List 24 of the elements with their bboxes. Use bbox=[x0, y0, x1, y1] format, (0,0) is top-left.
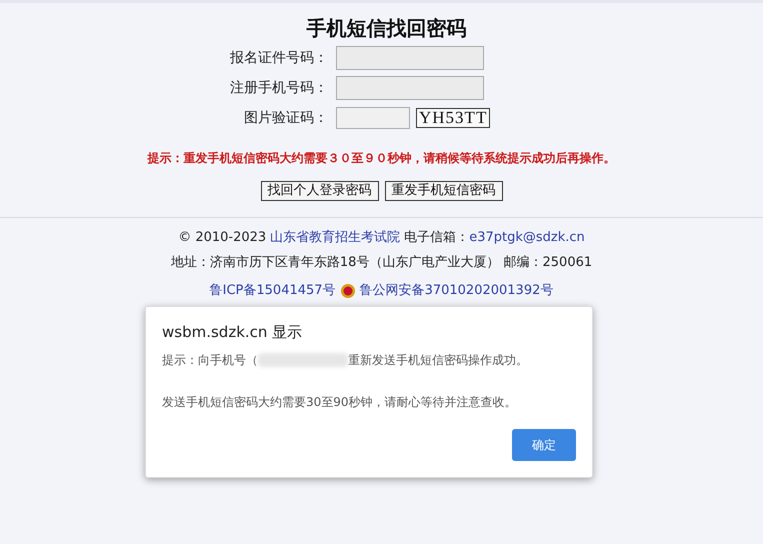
input-field[interactable] bbox=[336, 107, 410, 129]
email-link[interactable]: e37ptgk@sdzk.cn bbox=[469, 230, 585, 245]
page-title: 手机短信找回密码 bbox=[306, 15, 468, 41]
dialog-note-text: 发送手机短信密码大约需要30至90秒钟，请耐心等待并注意查收。 bbox=[162, 394, 518, 411]
emblem-icon bbox=[340, 282, 356, 299]
email-label: 电子信箱：e37ptgk@sdzk.cn bbox=[404, 229, 585, 247]
dialog-title: wsbm.sdzk.cn 显示 bbox=[162, 322, 304, 343]
hint-text: 提示：重发手机短信密码大约需要３０至９０秒钟，请稍候等待系统提示成功后再操作。 bbox=[146, 150, 616, 167]
input-field[interactable] bbox=[336, 46, 484, 70]
form-button[interactable]: 找回个人登录密码 bbox=[260, 181, 378, 201]
org-link[interactable]: 山东省教育招生考试院 bbox=[270, 228, 400, 248]
input-field[interactable] bbox=[336, 76, 484, 100]
police-link[interactable]: 鲁公网安备37010202001392号 bbox=[360, 281, 554, 300]
dialog-message-text: 重新发送手机短信密码操作成功。 bbox=[348, 352, 528, 369]
field-label: 图片验证码： bbox=[243, 108, 329, 128]
copyright-text: © 2010-2023 bbox=[178, 229, 266, 247]
address-text: 地址：济南市历下区青年东路18号（山东广电产业大厦） 邮编：250061 bbox=[170, 254, 592, 272]
dialog-message-text: 提示：向手机号（ bbox=[162, 352, 258, 369]
icp-link[interactable]: 鲁ICP备15041457号 bbox=[210, 281, 336, 300]
form-button[interactable]: 重发手机短信密码 bbox=[384, 181, 502, 201]
field-label: 报名证件号码： bbox=[229, 48, 329, 68]
captcha-image: YH53TT bbox=[416, 108, 490, 128]
field-label: 注册手机号码： bbox=[229, 78, 329, 98]
ok-button[interactable]: 确定 bbox=[512, 429, 576, 461]
